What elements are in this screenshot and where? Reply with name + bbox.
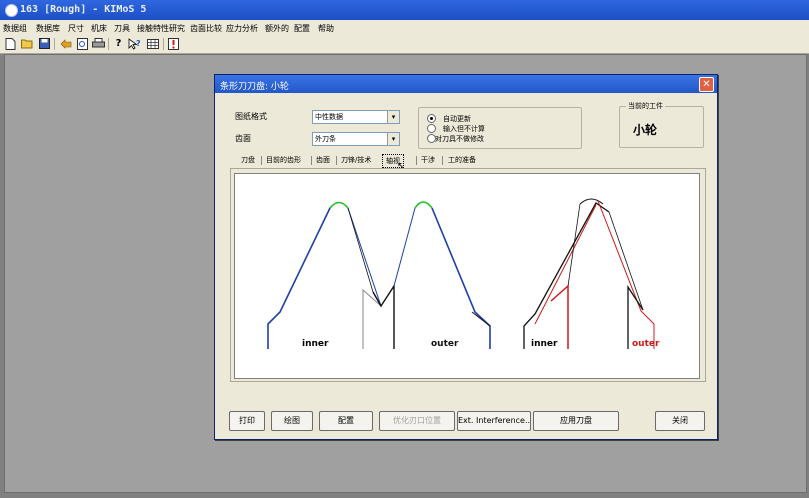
close-button[interactable]: 关闭 xyxy=(655,411,705,431)
blade-flank-blue-2 xyxy=(393,207,416,287)
tab-flank[interactable]: 齿面 xyxy=(316,154,330,166)
menu-item-machine[interactable]: 机床 xyxy=(91,23,107,34)
blade-outline-right xyxy=(431,207,491,349)
radio-auto-update-label: 自动更新 xyxy=(443,115,471,123)
config-button[interactable]: 配置 xyxy=(319,411,373,431)
blade-edge-black-4 xyxy=(608,211,644,311)
svg-text:?: ? xyxy=(136,39,141,48)
menu-item-stress[interactable]: 应力分析 xyxy=(226,23,258,34)
workpiece-group: 当前的工件 小轮 xyxy=(619,101,704,148)
optimize-edge-position-button[interactable]: 优化刃口位置 xyxy=(379,411,455,431)
menu-item-config[interactable]: 配置 xyxy=(294,23,310,34)
print-preview-icon[interactable] xyxy=(76,37,89,50)
menu-item-contact[interactable]: 接触特性研究 xyxy=(137,23,185,34)
blade-tip-black-3 xyxy=(579,198,604,205)
close-icon[interactable]: ✕ xyxy=(699,77,714,92)
app-icon xyxy=(5,4,18,17)
flank-label: 齿面 xyxy=(235,134,251,143)
dialog-title: 条形刀刀盘: 小轮 xyxy=(220,82,289,92)
menu-item-tool[interactable]: 刀具 xyxy=(114,23,130,34)
workpiece-group-label: 当前的工件 xyxy=(626,101,665,111)
menu-item-help[interactable]: 帮助 xyxy=(318,23,334,34)
menu-item-extra[interactable]: 额外的 xyxy=(265,23,289,34)
flank-select-value: 外刀条 xyxy=(315,135,336,143)
menu-item-dataset[interactable]: 数据组 xyxy=(3,23,27,34)
tab-blade-technique[interactable]: 刀锋/技术 xyxy=(341,154,371,166)
blade-outline-red-3 xyxy=(534,204,597,325)
menu-item-dimensions[interactable]: 尺寸 xyxy=(68,23,84,34)
label-outer-2: outer xyxy=(632,339,660,349)
grid-table-icon[interactable] xyxy=(146,37,159,50)
new-file-icon[interactable] xyxy=(4,37,17,50)
tab-cutter-head[interactable]: 刀盘 xyxy=(241,154,255,166)
tab-work-preparation[interactable]: 工的准备 xyxy=(448,154,476,166)
undo-icon[interactable] xyxy=(59,37,72,50)
format-select[interactable]: 中性数据 ▾ xyxy=(312,110,400,124)
chevron-down-icon[interactable]: ▾ xyxy=(387,133,399,145)
flank-select[interactable]: 外刀条 ▾ xyxy=(312,132,400,146)
open-folder-icon[interactable] xyxy=(21,37,34,50)
blade-flank-black-1 xyxy=(347,207,374,293)
menu-bar: 数据组 数据库 尺寸 机床 刀具 接触特性研究 齿面比较 应力分析 额外的 配置… xyxy=(0,20,809,35)
update-options-group: 自动更新 输入但不计算 对刀具不做修改 xyxy=(418,107,582,149)
blade-tip-arc-left xyxy=(329,201,349,209)
alert-info-icon[interactable] xyxy=(167,37,180,50)
toolbar: ? ? xyxy=(0,35,809,54)
axial-view-canvas: inner outer inner outer xyxy=(234,173,700,379)
blade-outline-black-3 xyxy=(523,202,610,349)
app-title-bar: 163 [Rough] - KIMoS 5 xyxy=(0,0,809,20)
blade-stem-dark xyxy=(372,283,395,349)
radio-auto-update[interactable] xyxy=(427,114,436,123)
draw-button[interactable]: 绘图 xyxy=(271,411,313,431)
tab-interference[interactable]: 干涉 xyxy=(421,154,435,166)
label-inner-1: inner xyxy=(302,339,329,349)
blade-edge-right xyxy=(471,311,491,327)
menu-item-flank-compare[interactable]: 齿面比较 xyxy=(190,23,222,34)
help-question-icon[interactable]: ? xyxy=(112,37,125,50)
apply-cutter-head-button[interactable]: 应用刀盘 xyxy=(533,411,619,431)
print-button[interactable]: 打印 xyxy=(229,411,265,431)
blade-tip-arc-right xyxy=(414,201,433,209)
blade-flank-red-4 xyxy=(597,200,655,349)
format-label: 图纸格式 xyxy=(235,112,267,121)
tab-current-tooth-profile[interactable]: 目前的齿形 xyxy=(266,154,301,166)
radio-no-tool-change-label: 对刀具不做修改 xyxy=(435,135,484,143)
format-select-value: 中性数据 xyxy=(315,113,343,121)
blade-outline-left xyxy=(267,207,331,349)
chevron-down-icon[interactable]: ▾ xyxy=(387,111,399,123)
ext-interference-button[interactable]: Ext. Interference.. xyxy=(457,411,531,431)
radio-input-no-calc[interactable] xyxy=(427,124,436,133)
dialog-title-bar: 条形刀刀盘: 小轮 ✕ xyxy=(215,75,717,93)
workpiece-value: 小轮 xyxy=(633,123,658,137)
context-help-icon[interactable]: ? xyxy=(128,37,141,50)
menu-item-database[interactable]: 数据库 xyxy=(36,23,60,34)
label-outer-1: outer xyxy=(431,339,459,349)
save-icon[interactable] xyxy=(38,37,51,50)
app-title: 163 [Rough] - KIMoS 5 xyxy=(20,4,147,15)
blade-drawing: inner outer inner outer xyxy=(267,198,660,349)
label-inner-2: inner xyxy=(531,339,558,349)
cutter-head-dialog: 条形刀刀盘: 小轮 ✕ 图纸格式 中性数据 ▾ 齿面 外刀条 ▾ 自动更新 输入… xyxy=(214,74,718,440)
printer-icon[interactable] xyxy=(92,37,105,50)
blade-stem-black-3 xyxy=(567,203,581,287)
radio-input-no-calc-label: 输入但不计算 xyxy=(443,125,485,133)
